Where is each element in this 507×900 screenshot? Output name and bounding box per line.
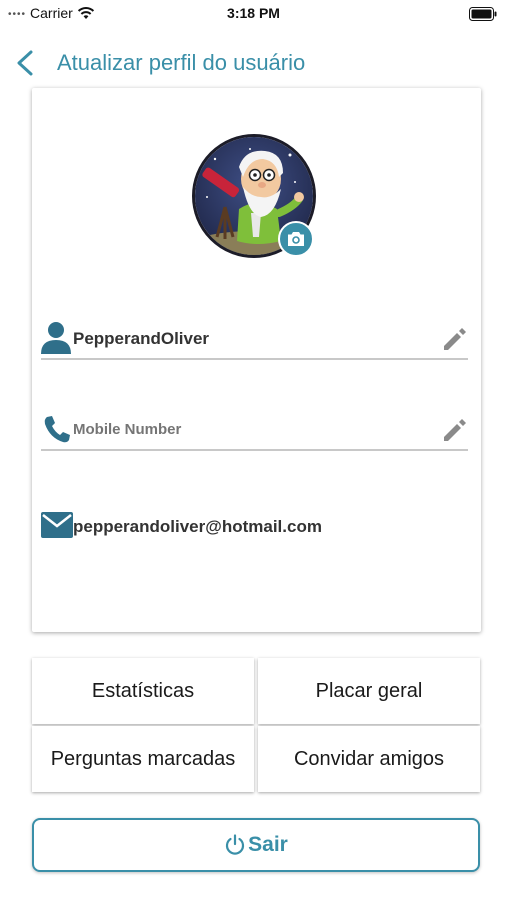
edit-mobile-icon[interactable]	[440, 415, 468, 443]
edit-username-icon[interactable]	[440, 324, 468, 352]
mobile-number-input[interactable]	[73, 421, 433, 438]
logout-label: Sair	[248, 833, 288, 856]
logout-button[interactable]: Sair	[32, 818, 480, 872]
username-value: PepperandOliver	[73, 329, 210, 348]
person-icon	[41, 322, 71, 354]
invite-friends-button[interactable]: Convidar amigos	[258, 726, 480, 792]
status-time: 3:18 PM	[227, 5, 280, 21]
mobile-underline	[41, 449, 468, 451]
leaderboard-button[interactable]: Placar geral	[258, 658, 480, 724]
username-field: PepperandOliver	[41, 320, 468, 360]
mobile-number-field	[41, 411, 468, 451]
chevron-left-icon	[17, 50, 33, 76]
email-field: pepperandoliver@hotmail.com	[41, 508, 468, 548]
phone-icon	[44, 416, 70, 443]
back-button[interactable]	[12, 48, 38, 78]
email-icon	[41, 512, 73, 538]
username-underline	[41, 358, 468, 360]
email-value: pepperandoliver@hotmail.com	[73, 517, 322, 536]
profile-card: PepperandOliver pepperandoliver@hotmail.…	[32, 88, 481, 632]
statistics-button[interactable]: Estatísticas	[32, 658, 254, 724]
power-icon	[226, 834, 245, 855]
header: Atualizar perfil do usuário	[0, 40, 507, 88]
status-bar: •••• Carrier 3:18 PM	[0, 0, 507, 28]
camera-icon	[288, 232, 304, 246]
page-title: Atualizar perfil do usuário	[57, 50, 306, 75]
menu-grid: Estatísticas Placar geral Perguntas marc…	[32, 657, 480, 793]
change-photo-button[interactable]	[278, 221, 314, 257]
avatar-container	[192, 134, 316, 258]
battery-icon	[469, 7, 497, 21]
bookmarked-questions-button[interactable]: Perguntas marcadas	[32, 726, 254, 792]
